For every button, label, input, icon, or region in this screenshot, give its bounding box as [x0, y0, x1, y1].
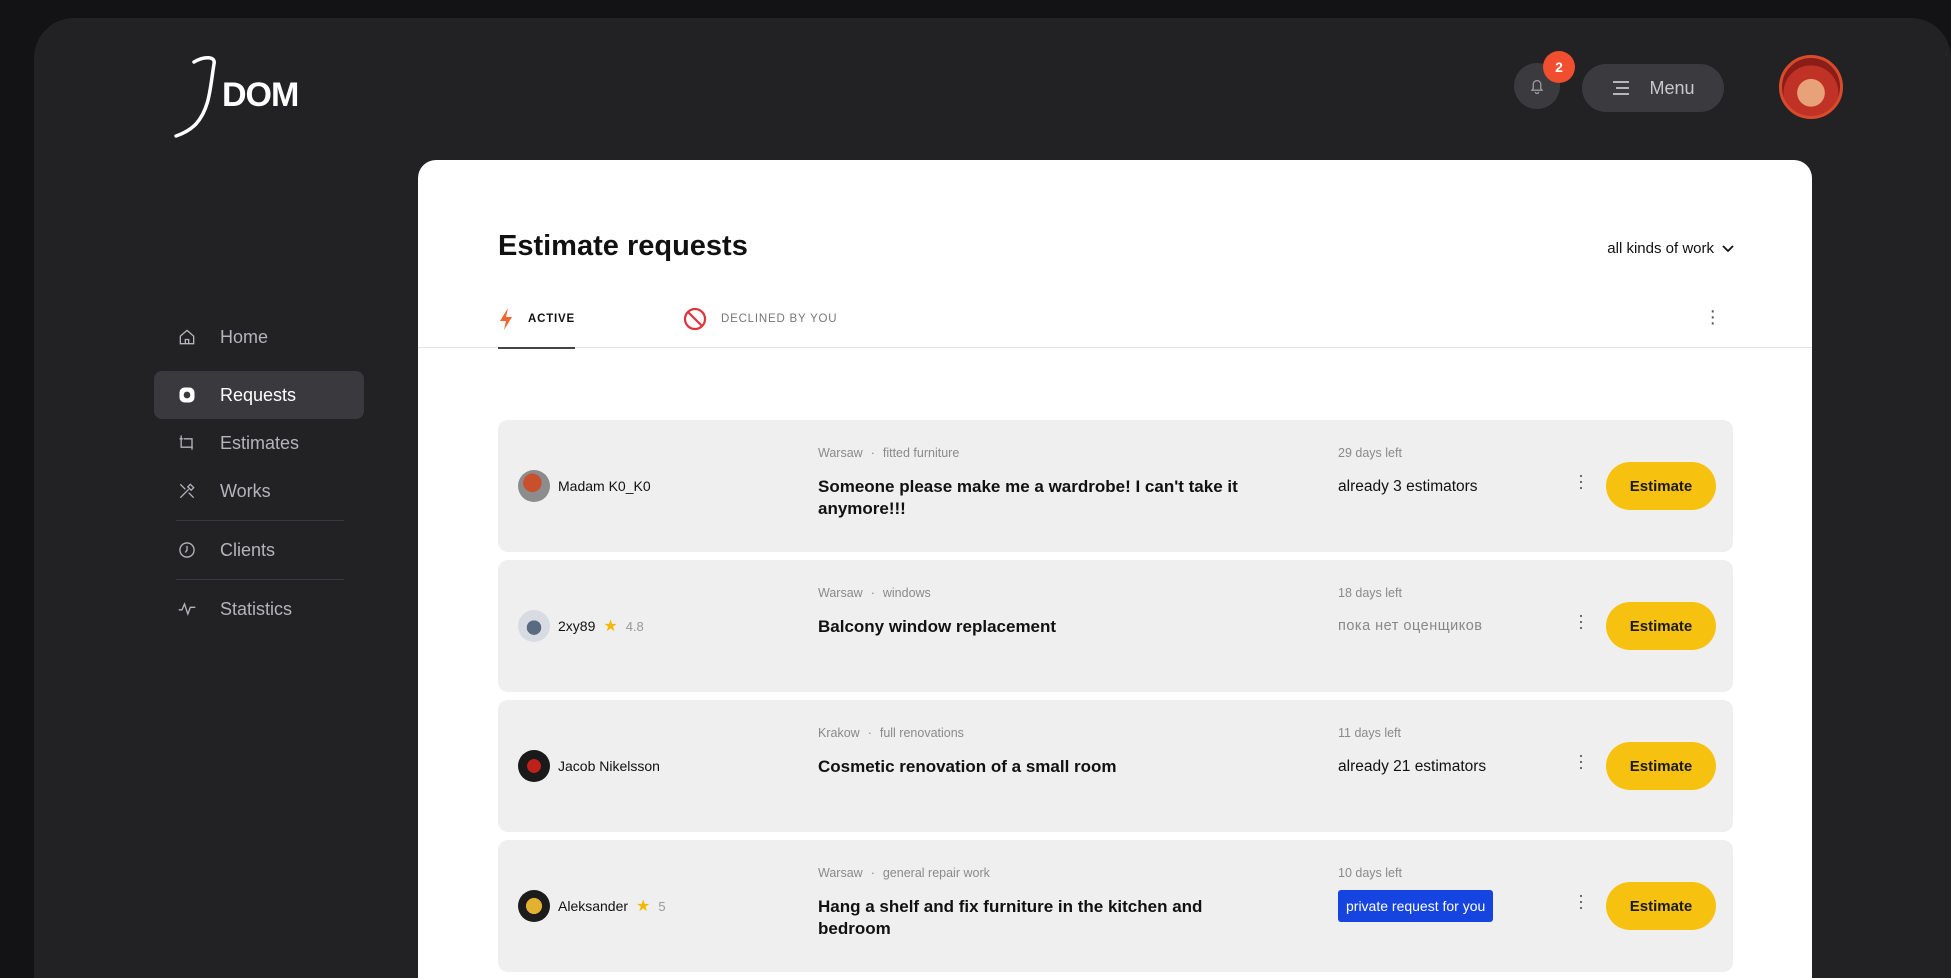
sidebar-item-label: Clients — [220, 539, 276, 560]
request-card[interactable]: Jacob Nikelsson Krakow · full renovations … — [498, 700, 1733, 832]
days-left: 11 days left — [1338, 726, 1402, 740]
logo-text: DOM — [222, 76, 299, 114]
request-author[interactable]: Jacob Nikelsson — [518, 750, 660, 782]
request-meta: Warsaw · general repair work — [818, 866, 990, 880]
user-avatar[interactable] — [1779, 55, 1843, 119]
requests-icon — [176, 384, 198, 406]
request-meta: Krakow · full renovations — [818, 726, 964, 740]
request-tabs: ACTIVE DECLINED BY YOU · · · — [418, 290, 1812, 349]
request-title[interactable]: Hang a shelf and fix furniture in the ki… — [818, 896, 1248, 940]
author-avatar — [518, 610, 550, 642]
filter-value: all kinds of work — [1607, 240, 1714, 257]
sidebar-item-label: Works — [220, 480, 271, 501]
lightning-icon — [500, 308, 512, 330]
request-title[interactable]: Balcony window replacement — [818, 616, 1248, 638]
author-name: Jacob Nikelsson — [558, 758, 660, 774]
request-card[interactable]: Madam K0_K0 Warsaw · fitted furniture Some… — [498, 420, 1733, 552]
sidebar-item-home[interactable]: Home — [154, 313, 364, 361]
menu-label: Menu — [1649, 77, 1695, 98]
days-left: 10 days left — [1338, 866, 1402, 880]
sidebar-item-label: Statistics — [220, 598, 293, 619]
request-meta: Warsaw · fitted furniture — [818, 446, 960, 460]
blocked-icon — [683, 307, 707, 331]
author-avatar — [518, 890, 550, 922]
request-category: fitted furniture — [882, 446, 960, 460]
brand-logo[interactable]: DOM — [174, 48, 304, 148]
days-left: 29 days left — [1338, 446, 1402, 460]
author-avatar — [518, 470, 550, 502]
estimate-button[interactable]: Estimate — [1606, 742, 1716, 790]
sidebar: Home Requests Estimates Works Clients St… — [154, 313, 364, 633]
sidebar-item-works[interactable]: Works — [154, 467, 364, 515]
estimators-count: already 3 estimators — [1338, 478, 1478, 495]
star-icon: ★ — [603, 618, 618, 635]
tab-active[interactable]: ACTIVE — [498, 290, 575, 349]
estimates-icon — [176, 432, 198, 454]
sidebar-divider — [176, 579, 344, 580]
author-name: 2xy89 — [558, 618, 596, 634]
more-options-icon[interactable]: · · · — [1709, 301, 1716, 333]
request-author[interactable]: 2xy89 ★ 4.8 — [518, 610, 644, 642]
star-icon: ★ — [636, 898, 651, 915]
kebab-menu-icon[interactable]: · · · — [1578, 606, 1584, 636]
menu-button[interactable]: Menu — [1582, 64, 1724, 112]
sidebar-item-label: Home — [220, 326, 269, 347]
bell-icon — [1530, 79, 1544, 95]
request-title[interactable]: Cosmetic renovation of a small room — [818, 756, 1248, 778]
request-author[interactable]: Madam K0_K0 — [518, 470, 651, 502]
work-type-filter-dropdown[interactable]: all kinds of work — [1607, 240, 1734, 257]
request-city: Warsaw — [818, 586, 863, 600]
tab-label: DECLINED BY YOU — [721, 313, 838, 325]
page-title: Estimate requests — [498, 230, 748, 262]
author-rating: 4.8 — [625, 618, 644, 634]
author-name: Aleksander — [558, 898, 629, 914]
sidebar-item-label: Estimates — [220, 432, 300, 453]
sidebar-item-clients[interactable]: Clients — [154, 526, 364, 574]
estimators-count: пока нет оценщиков — [1338, 618, 1483, 634]
app-frame: DOM 2 Menu Home Requests Estimates Works… — [34, 18, 1951, 978]
request-card[interactable]: Aleksander ★ 5 Warsaw · general repair wor… — [498, 840, 1733, 972]
estimate-button[interactable]: Estimate — [1606, 462, 1716, 510]
sidebar-divider — [176, 520, 344, 521]
pulse-icon — [176, 598, 198, 620]
estimate-requests-panel: Estimate requests all kinds of work ACTI… — [418, 160, 1812, 978]
request-city: Krakow — [818, 726, 860, 740]
hamburger-icon — [1613, 81, 1630, 95]
request-meta: Warsaw · windows — [818, 586, 931, 600]
author-name: Madam K0_K0 — [558, 478, 651, 494]
home-icon — [176, 326, 198, 348]
request-title[interactable]: Someone please make me a wardrobe! I can… — [818, 476, 1248, 520]
author-rating: 5 — [658, 898, 666, 914]
kebab-menu-icon[interactable]: · · · — [1578, 746, 1584, 776]
sidebar-item-estimates[interactable]: Estimates — [154, 419, 364, 467]
sidebar-item-label: Requests — [220, 384, 297, 405]
estimate-button[interactable]: Estimate — [1606, 882, 1716, 930]
kebab-menu-icon[interactable]: · · · — [1578, 886, 1584, 916]
chevron-down-icon — [1722, 244, 1734, 252]
private-request-badge: private request for you — [1338, 890, 1494, 922]
estimate-button[interactable]: Estimate — [1606, 602, 1716, 650]
tab-declined[interactable]: DECLINED BY YOU — [683, 290, 837, 348]
request-city: Warsaw — [818, 866, 863, 880]
request-category: general repair work — [882, 866, 990, 880]
tab-label: ACTIVE — [528, 313, 575, 325]
request-city: Warsaw — [818, 446, 863, 460]
sidebar-item-requests[interactable]: Requests — [154, 371, 364, 419]
request-card[interactable]: 2xy89 ★ 4.8 Warsaw · windows Balcony windo… — [498, 560, 1733, 692]
days-left: 18 days left — [1338, 586, 1402, 600]
notification-count-badge: 2 — [1543, 51, 1575, 83]
clock-icon — [176, 539, 198, 561]
sidebar-item-statistics[interactable]: Statistics — [154, 585, 364, 633]
request-category: windows — [882, 586, 931, 600]
request-author[interactable]: Aleksander ★ 5 — [518, 890, 666, 922]
kebab-menu-icon[interactable]: · · · — [1578, 466, 1584, 496]
request-category: full renovations — [879, 726, 964, 740]
tools-icon — [176, 480, 198, 502]
author-avatar — [518, 750, 550, 782]
estimators-count: already 21 estimators — [1338, 758, 1487, 775]
